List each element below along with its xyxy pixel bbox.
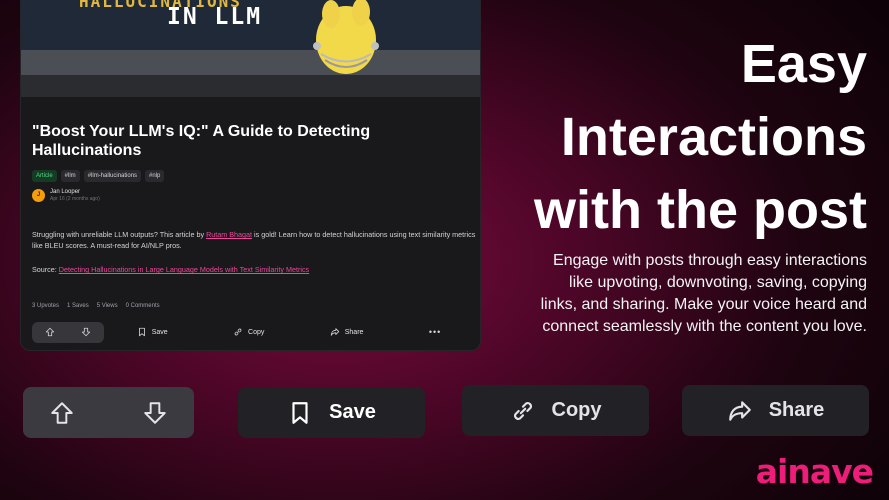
author-block[interactable]: J Jan Looper Apr 16 (2 months ago) [32,188,100,203]
post-stats: 3 Upvotes 1 Saves 5 Views 0 Comments [32,303,160,309]
save-label: Save [151,328,168,336]
views-count: 5 Views [96,303,118,309]
author-name[interactable]: Jan Looper [50,188,100,196]
post-title[interactable]: "Boost Your LLM's IQ:" A Guide to Detect… [32,122,472,160]
source-link[interactable]: Detecting Hallucinations in Large Langua… [59,265,309,274]
cover-title: IN LLM [167,4,263,30]
downvote-icon[interactable] [81,327,91,337]
bookmark-icon [138,327,145,337]
share-icon [728,400,751,421]
copy-label-large: Copy [551,399,602,421]
share-button[interactable]: Share [330,327,364,337]
post-body-text: Struggling with unreliable LLM outputs? … [32,230,207,239]
tag-list: Article #llm #llm-hallucinations #nlp [32,170,165,182]
post-date: Apr 16 (2 months ago) [50,196,100,202]
copy-link-button[interactable]: Copy [233,327,264,337]
pikachu-figure-image [313,0,379,74]
post-source: Source: Detecting Hallucinations in Larg… [32,265,309,274]
vote-buttons-large [23,387,194,438]
tag-nlp[interactable]: #nlp [145,170,165,182]
bookmark-icon [292,401,308,424]
headline-line-3: with the post [534,180,867,240]
description-text: Engage with posts through easy interacti… [540,252,867,335]
downvote-icon[interactable] [142,400,168,426]
copy-button-large[interactable]: Copy [462,385,649,436]
share-button-large[interactable]: Share [682,385,869,436]
saves-count: 1 Saves [67,303,89,309]
copy-label: Copy [248,328,265,336]
post-cover-image: HALLUCINATIONS IN LLM [21,0,480,97]
link-icon [234,328,242,336]
author-link[interactable]: Rutam Bhagat [206,230,252,239]
headline-line-2: Interactions [560,107,867,167]
avatar[interactable]: J [32,189,45,202]
save-button[interactable]: Save [137,327,168,337]
upvote-icon[interactable] [49,400,75,426]
post-action-bar: Save Copy Share ••• [32,321,474,343]
share-label: Share [344,328,364,336]
vote-pill [32,321,104,343]
save-button-large[interactable]: Save [238,387,425,438]
headline-line-1: Easy [740,34,867,94]
post-card: HALLUCINATIONS IN LLM "Boost Your LLM's … [20,0,481,351]
post-body: Struggling with unreliable LLM outputs? … [32,229,477,251]
comments-count[interactable]: 0 Comments [126,303,160,309]
upvotes-count: 3 Upvotes [32,303,60,309]
save-label-large: Save [329,401,376,423]
ainave-logo: ainave [755,452,874,491]
more-icon[interactable]: ••• [429,327,441,337]
tag-article[interactable]: Article [32,170,57,182]
link-icon [513,401,532,420]
source-label: Source: [32,265,59,274]
tag-llm-hallucinations[interactable]: #llm-hallucinations [83,170,142,182]
share-label-large: Share [768,399,825,421]
upvote-icon[interactable] [45,327,55,337]
tag-llm[interactable]: #llm [60,170,80,182]
headline: Easy Interactions with the post [447,28,867,247]
share-icon [330,328,339,336]
